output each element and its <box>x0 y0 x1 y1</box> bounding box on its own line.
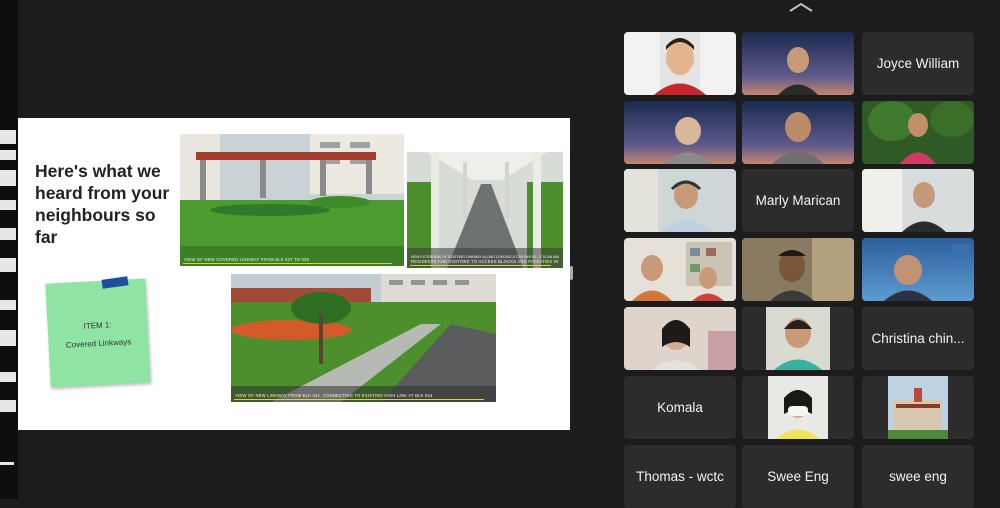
slide-photo-linkway-corridor: NEW EXTENSION OF EXISTING LINKWAY ALONG … <box>407 152 563 268</box>
participant-tile[interactable]: Marly Marican <box>742 169 854 232</box>
photo-caption: VIEW OF NEW COVERED LINKWAY FROM BLK 037… <box>184 257 310 262</box>
participant-tile[interactable] <box>862 101 974 164</box>
participant-tile-active-speaker[interactable] <box>624 169 736 232</box>
panel-resize-handle[interactable] <box>570 266 573 280</box>
participant-tile[interactable]: Christina chin... <box>862 307 974 370</box>
participant-name: Marly Marican <box>755 193 841 208</box>
participant-video <box>862 101 974 164</box>
chevron-up-icon[interactable] <box>786 0 816 16</box>
participant-tile[interactable] <box>624 101 736 164</box>
participant-tile[interactable] <box>862 376 974 439</box>
participant-tile[interactable] <box>624 307 736 370</box>
participant-name: Joyce William <box>876 56 960 71</box>
participant-video <box>624 32 736 95</box>
participant-video <box>742 376 854 439</box>
sticky-note: ITEM 1: Covered Linkways <box>45 278 151 388</box>
background-window-edge <box>0 0 18 499</box>
participant-tile[interactable] <box>624 32 736 95</box>
participant-video <box>862 376 974 439</box>
participant-tile[interactable] <box>862 169 974 232</box>
slide-photo-new-linkway: VIEW OF NEW LINKWAY FROM BLK 041, CONNEC… <box>231 274 496 402</box>
participant-tile[interactable] <box>742 307 854 370</box>
sticky-note-item: ITEM 1: <box>83 320 112 331</box>
participant-tile[interactable] <box>624 238 736 301</box>
participant-video <box>624 169 736 232</box>
participant-tile[interactable]: Komala <box>624 376 736 439</box>
participant-video <box>742 32 854 95</box>
photo-caption-line-2: RESIDENTS AND VISITORS TO ACCESS BLOCKS … <box>411 259 559 264</box>
linkway-photo-image <box>180 134 404 266</box>
participant-tile[interactable] <box>742 101 854 164</box>
caption-underline <box>410 265 551 266</box>
participant-video <box>624 238 736 301</box>
participant-name: Christina chin... <box>871 331 965 346</box>
road-photo-image <box>231 274 496 402</box>
photo-caption: VIEW OF NEW LINKWAY FROM BLK 041, CONNEC… <box>235 393 433 398</box>
participant-video <box>742 101 854 164</box>
participant-video <box>742 238 854 301</box>
sticky-note-topic: Covered Linkways <box>65 337 132 350</box>
participant-tile[interactable]: Joyce William <box>862 32 974 95</box>
participant-video <box>624 307 736 370</box>
participant-tile[interactable] <box>742 376 854 439</box>
participant-name: Komala <box>657 400 703 415</box>
caption-underline <box>183 263 392 264</box>
participant-video <box>742 307 854 370</box>
corridor-photo-image <box>407 152 563 268</box>
caption-underline <box>234 399 484 400</box>
slide-photo-covered-linkway: VIEW OF NEW COVERED LINKWAY FROM BLK 037… <box>180 134 404 266</box>
participant-video <box>862 169 974 232</box>
participant-tile[interactable] <box>862 238 974 301</box>
participant-tile[interactable] <box>742 32 854 95</box>
participant-video <box>624 101 736 164</box>
shared-screen-slide: Here's what we heard from your neighbour… <box>18 118 570 430</box>
slide-title: Here's what we heard from your neighbour… <box>35 161 170 247</box>
participant-tile[interactable] <box>742 238 854 301</box>
participant-video <box>862 238 974 301</box>
